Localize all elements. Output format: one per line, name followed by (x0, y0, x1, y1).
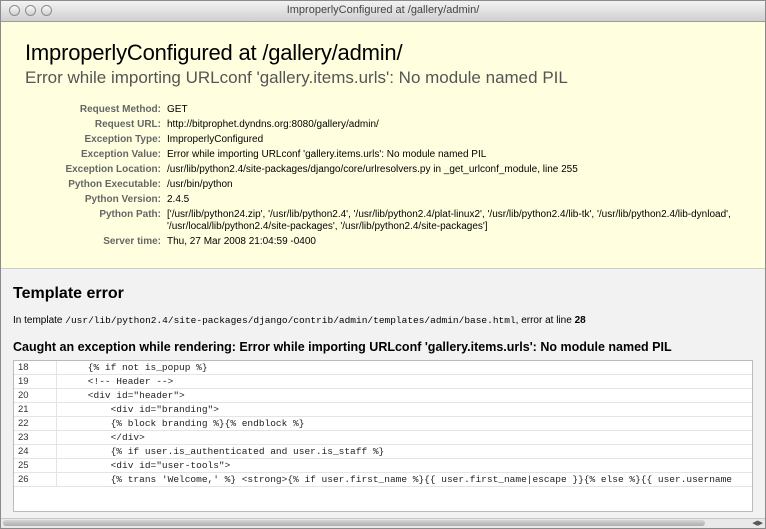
meta-label: Exception Type: (84, 133, 162, 145)
horizontal-scrollbar[interactable]: ◀▶ (1, 518, 765, 528)
line-number: 20 (14, 388, 57, 403)
line-number: 25 (14, 458, 57, 473)
line-number: 26 (14, 472, 57, 487)
line-number: 24 (14, 444, 57, 459)
source-code-table: 18 {% if not is_popup %} 19 <!-- Header … (14, 361, 752, 487)
meta-value: ImproperlyConfigured (167, 133, 264, 145)
meta-value: Thu, 27 Mar 2008 21:04:59 -0400 (167, 235, 316, 247)
meta-label: Request URL: (94, 118, 161, 130)
meta-value: http://bitprophet.dyndns.org:8080/galler… (167, 118, 379, 130)
code-line: {% trans 'Welcome,' %} <strong>{% if use… (56, 472, 752, 487)
template-exception-message: Caught an exception while rendering: Err… (13, 340, 672, 354)
meta-label: Exception Value: (80, 148, 161, 160)
error-subtitle: Error while importing URLconf 'gallery.i… (25, 68, 568, 87)
meta-value: Error while importing URLconf 'gallery.i… (167, 148, 487, 160)
request-meta-table: Request Method: GET Request URL: http://bi… (49, 102, 741, 249)
code-row: 18 {% if not is_popup %} (14, 361, 752, 375)
meta-row: Request Method: GET (49, 102, 741, 117)
title-bar: ImproperlyConfigured at /gallery/admin/ (1, 1, 765, 22)
meta-row: Python Executable: /usr/bin/python (49, 177, 741, 192)
code-row: 20 <div id="header"> (14, 388, 752, 403)
code-line: <div id="header"> (56, 388, 752, 403)
meta-label: Python Path: (99, 208, 161, 220)
error-summary: ImproperlyConfigured at /gallery/admin/ … (1, 22, 765, 269)
code-row: 24 {% if user.is_authenticated and user.… (14, 444, 752, 459)
line-number: 18 (14, 361, 57, 375)
code-row: 26 {% trans 'Welcome,' %} <strong>{% if … (14, 472, 752, 487)
code-line: {% if user.is_authenticated and user.is_… (56, 444, 752, 459)
meta-row: Exception Value: Error while importing UR… (49, 147, 741, 162)
code-line: <div id="branding"> (56, 402, 752, 417)
error-line-number: 28 (574, 315, 586, 326)
meta-label: Request Method: (79, 103, 161, 115)
meta-value: GET (167, 103, 188, 115)
intro-prefix: In template (13, 315, 66, 326)
code-line: <div id="user-tools"> (56, 458, 752, 473)
code-row: 21 <div id="branding"> (14, 402, 752, 417)
meta-row: Request URL: http://bitprophet.dyndns.org… (49, 117, 741, 132)
code-line: <!-- Header --> (56, 374, 752, 389)
meta-label: Python Executable: (68, 178, 161, 190)
code-line: </div> (56, 430, 752, 445)
template-error-section: Template error In template /usr/lib/pyth… (1, 269, 765, 527)
line-number: 23 (14, 430, 57, 445)
source-code-box[interactable]: 18 {% if not is_popup %} 19 <!-- Header … (13, 360, 753, 512)
code-row: 22 {% block branding %}{% endblock %} (14, 416, 752, 431)
code-row: 19 <!-- Header --> (14, 374, 752, 389)
meta-label: Exception Location: (65, 163, 161, 175)
error-title: ImproperlyConfigured at /gallery/admin/ (25, 40, 403, 65)
meta-row: Python Version: 2.4.5 (49, 192, 741, 207)
meta-row: Server time: Thu, 27 Mar 2008 21:04:59 -0… (49, 234, 741, 249)
intro-mid: , error at line (515, 315, 575, 326)
meta-label: Server time: (103, 235, 161, 247)
code-line: {% block branding %}{% endblock %} (56, 416, 752, 431)
code-row: 23 </div> (14, 430, 752, 445)
meta-row: Exception Type: ImproperlyConfigured (49, 132, 741, 147)
line-number: 19 (14, 374, 57, 389)
meta-label: Python Version: (84, 193, 161, 205)
meta-value: /usr/bin/python (167, 178, 233, 190)
meta-row: Exception Location: /usr/lib/python2.4/si… (49, 162, 741, 177)
scrollbar-thumb[interactable] (3, 520, 705, 526)
scroll-arrows-icon[interactable]: ◀▶ (752, 519, 763, 527)
browser-window: ImproperlyConfigured at /gallery/admin/ … (0, 0, 766, 529)
line-number: 21 (14, 402, 57, 417)
code-line: {% if not is_popup %} (56, 361, 752, 375)
line-number: 22 (14, 416, 57, 431)
window-title: ImproperlyConfigured at /gallery/admin/ (286, 4, 480, 16)
template-path: /usr/lib/python2.4/site-packages/django/… (65, 315, 516, 326)
code-row: 25 <div id="user-tools"> (14, 458, 752, 473)
template-error-heading: Template error (13, 285, 124, 302)
meta-value: 2.4.5 (167, 193, 190, 205)
meta-row: Python Path: ['/usr/lib/python24.zip', '/… (49, 207, 741, 234)
meta-value: ['/usr/lib/python24.zip', '/usr/lib/pyth… (167, 208, 731, 232)
meta-value: /usr/lib/python2.4/site-packages/django/… (167, 163, 578, 175)
template-error-intro: In template /usr/lib/python2.4/site-pack… (13, 315, 753, 326)
